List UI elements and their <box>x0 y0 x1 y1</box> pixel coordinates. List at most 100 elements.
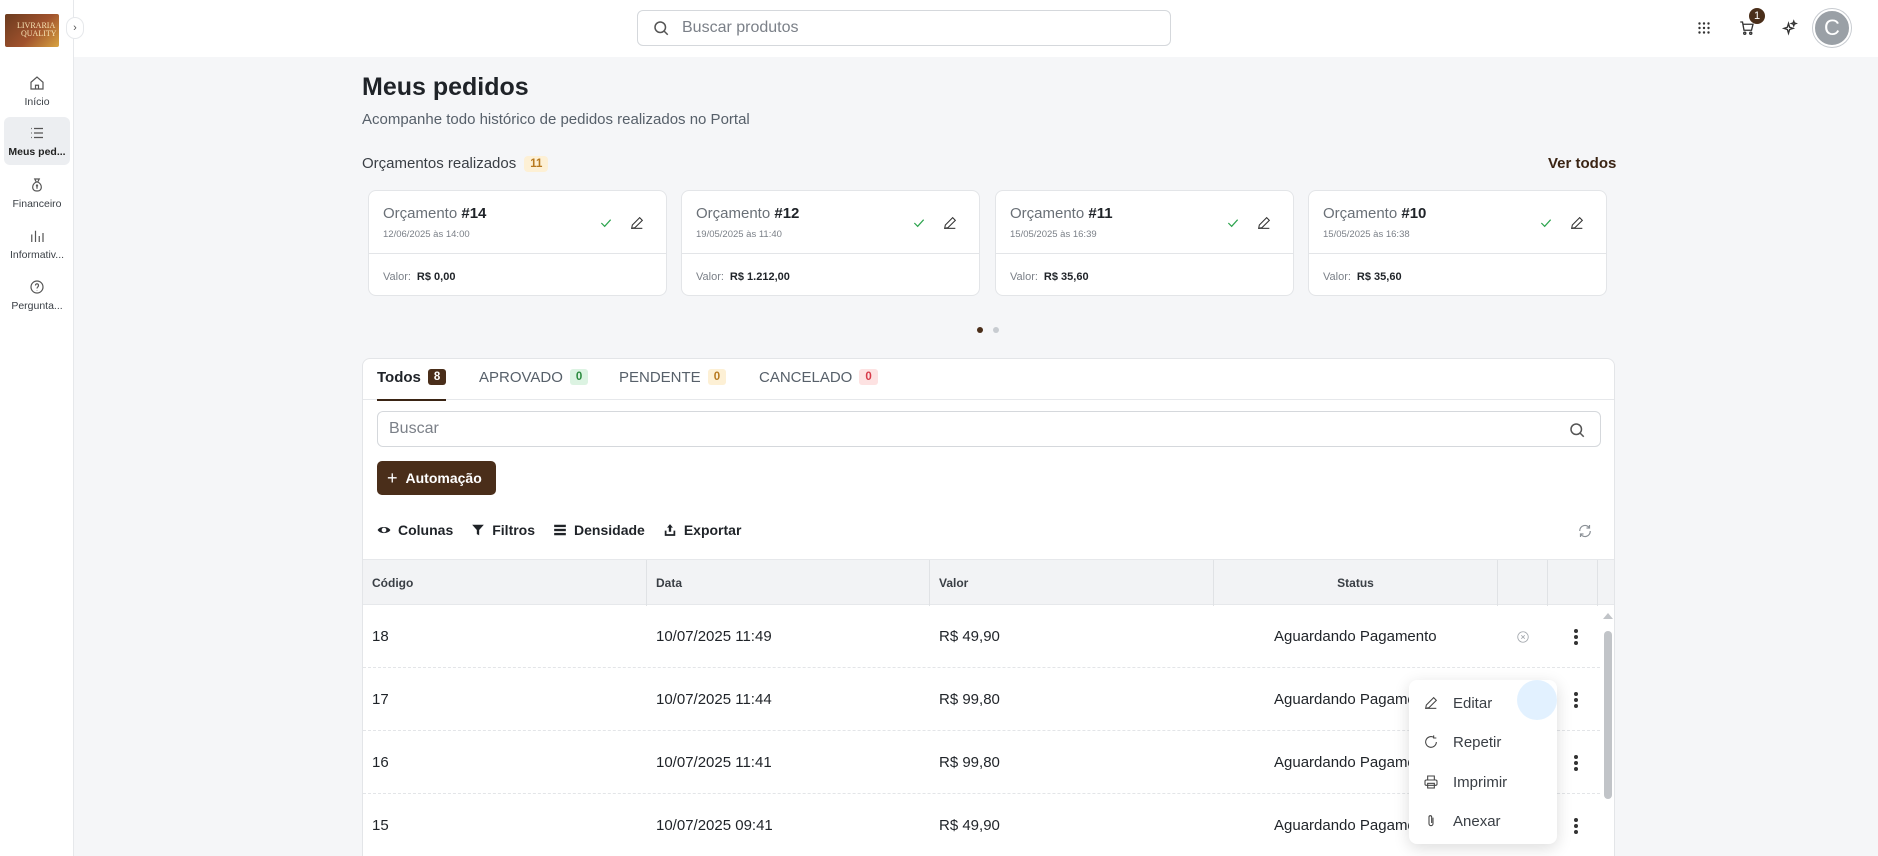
chevron-right-icon: › <box>73 22 77 34</box>
check-icon <box>1227 219 1239 228</box>
table-scrollbar[interactable] <box>1601 607 1614 856</box>
quote-card-value: Valor: R$ 35,60 <box>1323 271 1402 283</box>
apps-grid-button[interactable] <box>1692 16 1716 40</box>
quotes-section-title: Orçamentos realizados 11 <box>362 155 549 172</box>
ai-assistant-button[interactable] <box>1778 16 1802 40</box>
table-header: Código Data Valor Status <box>363 559 1614 606</box>
cell-status: Aguardando Pagamento <box>1274 628 1437 645</box>
check-icon <box>1540 219 1552 228</box>
edit-button[interactable] <box>629 215 645 231</box>
quote-card-title: Orçamento #11 <box>1010 205 1113 222</box>
kebab-dot <box>1574 761 1578 765</box>
edit-button[interactable] <box>1569 215 1585 231</box>
tab-todos[interactable]: Todos 8 <box>377 369 447 401</box>
header-label: Valor <box>939 576 969 590</box>
density-button[interactable]: Densidade <box>553 522 645 538</box>
tab-pendente[interactable]: PENDENTE 0 <box>619 369 727 400</box>
automation-button[interactable]: + Automação <box>377 461 496 495</box>
check-icon <box>913 219 925 228</box>
menu-item-repetir[interactable]: Repetir <box>1423 731 1501 753</box>
search-icon <box>1570 423 1585 438</box>
tab-label: APROVADO <box>479 369 563 386</box>
quote-card[interactable]: Orçamento #10 15/05/2025 às 16:38 Valor:… <box>1308 190 1607 296</box>
approve-button[interactable] <box>1225 215 1241 231</box>
carousel-dot[interactable] <box>993 327 999 333</box>
cell-date: 10/07/2025 11:49 <box>656 628 772 645</box>
cell-value: R$ 49,90 <box>939 628 1000 645</box>
check-icon <box>600 219 612 228</box>
logo[interactable]: LIVRARIA QUALITY <box>5 14 59 47</box>
quote-card[interactable]: Orçamento #11 15/05/2025 às 16:39 Valor:… <box>995 190 1294 296</box>
quotes-title-text: Orçamentos realizados <box>362 155 517 172</box>
list-icon <box>31 127 43 139</box>
row-menu-button[interactable] <box>1571 816 1581 836</box>
money-bag-icon <box>32 178 42 192</box>
row-menu-button[interactable] <box>1571 753 1581 773</box>
filters-label: Filtros <box>492 522 536 538</box>
cell-code: 18 <box>372 628 389 645</box>
refresh-button[interactable] <box>1576 522 1594 540</box>
cell-code: 15 <box>372 817 389 834</box>
see-all-link[interactable]: Ver todos <box>1548 155 1616 172</box>
sidebar-item-label: Financeiro <box>12 198 62 210</box>
logo-text-2: QUALITY <box>21 29 57 38</box>
sidebar-item-perguntas[interactable]: Pergunta... <box>4 271 70 319</box>
approve-button[interactable] <box>1538 215 1554 231</box>
tab-aprovado[interactable]: APROVADO 0 <box>479 369 589 400</box>
sidebar-item-label: Início <box>24 96 50 108</box>
column-header-valor[interactable]: Valor <box>930 560 1214 606</box>
avatar[interactable]: C <box>1813 9 1851 47</box>
edit-button[interactable] <box>942 215 958 231</box>
orders-search[interactable] <box>377 411 1601 447</box>
cancel-order-button[interactable] <box>1516 630 1530 644</box>
sidebar-item-inicio[interactable]: Início <box>4 67 70 115</box>
row-menu-button[interactable] <box>1571 627 1581 647</box>
sidebar-item-financeiro[interactable]: Financeiro <box>4 169 70 217</box>
menu-item-anexar[interactable]: Anexar <box>1423 810 1501 832</box>
sidebar-collapse-button[interactable]: › <box>66 17 84 39</box>
density-label: Densidade <box>574 522 645 538</box>
column-header-status[interactable]: Status <box>1214 560 1498 606</box>
column-header-data[interactable]: Data <box>647 560 930 606</box>
approve-button[interactable] <box>911 215 927 231</box>
sidebar-item-informativos[interactable]: Informativ... <box>4 220 70 268</box>
menu-item-label: Imprimir <box>1453 773 1508 791</box>
filters-button[interactable]: Filtros <box>471 522 535 538</box>
tab-label: Todos <box>377 369 421 386</box>
product-search-input[interactable] <box>682 19 1142 37</box>
orders-search-input[interactable] <box>389 420 1549 438</box>
divider <box>996 253 1293 254</box>
question-icon <box>30 280 44 294</box>
cell-date: 10/07/2025 11:41 <box>656 754 772 771</box>
product-search[interactable] <box>637 10 1171 46</box>
quote-card[interactable]: Orçamento #14 12/06/2025 às 14:00 Valor:… <box>368 190 667 296</box>
scroll-up-icon[interactable] <box>1603 613 1613 619</box>
tab-cancelado[interactable]: CANCELADO 0 <box>759 369 878 400</box>
quotes-count-badge: 11 <box>524 155 549 172</box>
sidebar-item-meus-pedidos[interactable]: Meus ped... <box>4 117 70 165</box>
cell-status: Aguardando Pagame <box>1274 691 1416 708</box>
column-header-codigo[interactable]: Código <box>363 560 647 606</box>
table-row[interactable]: 18 10/07/2025 11:49 R$ 49,90 Aguardando … <box>363 605 1600 668</box>
cart-button[interactable]: 1 <box>1735 8 1765 40</box>
header-label: Status <box>1337 576 1374 590</box>
edit-button[interactable] <box>1256 215 1272 231</box>
quote-card[interactable]: Orçamento #12 19/05/2025 às 11:40 Valor:… <box>681 190 980 296</box>
kebab-dot <box>1574 698 1578 702</box>
row-menu-button[interactable] <box>1571 690 1581 710</box>
kebab-dot <box>1574 767 1578 771</box>
export-button[interactable]: Exportar <box>663 522 741 538</box>
columns-button[interactable]: Colunas <box>377 522 453 538</box>
approve-button[interactable] <box>598 215 614 231</box>
menu-item-label: Anexar <box>1453 812 1501 830</box>
menu-item-editar[interactable]: Editar <box>1423 692 1492 714</box>
quote-card-date: 15/05/2025 às 16:38 <box>1323 229 1410 240</box>
carousel-dot[interactable] <box>977 327 983 333</box>
scrollbar-thumb[interactable] <box>1604 631 1612 799</box>
header-label: Código <box>372 576 414 590</box>
kebab-dot <box>1574 641 1578 645</box>
menu-ripple <box>1517 680 1557 720</box>
divider <box>369 253 666 254</box>
kebab-dot <box>1574 629 1578 633</box>
menu-item-imprimir[interactable]: Imprimir <box>1423 771 1507 793</box>
